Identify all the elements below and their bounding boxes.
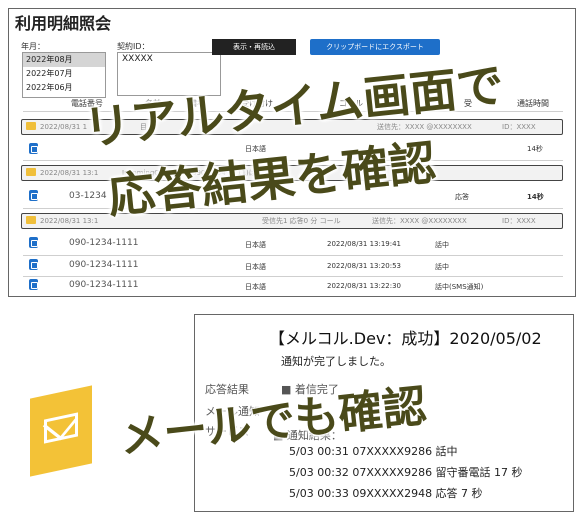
call-icon: [29, 237, 38, 248]
page-title: 利用明細照会: [15, 14, 112, 33]
row-language: 日本語: [245, 263, 266, 271]
year-label: 年月：: [21, 42, 45, 51]
group-date: 2022/08/31 1: [40, 123, 88, 131]
row-phone: 090-1234-1111: [69, 260, 139, 270]
folder-icon: [26, 122, 36, 130]
notify-entry: 5/03 00:32 07XXXXX9286 留守番電話 17 秒: [289, 466, 523, 479]
reload-button[interactable]: 表示・再読込: [212, 39, 296, 55]
call-icon: [29, 190, 38, 201]
row-phone: 090-1234-1111: [69, 238, 139, 248]
row-duration: 14秒: [527, 193, 544, 201]
year-option[interactable]: 2022年08月: [23, 53, 105, 67]
email-subject: 【メルコル.Dev：成功】2020/05/02: [269, 329, 542, 348]
folder-icon: [26, 168, 36, 176]
row-time: 2022/08/31 13:20:53: [327, 262, 402, 270]
row-result: 話中(SMS通知): [435, 283, 484, 291]
row-divider: [23, 276, 563, 277]
group-row[interactable]: 2022/08/31 13:1 受信先1 応答0 分 コール 送信先：XXXX …: [21, 213, 563, 229]
row-divider: [23, 255, 563, 256]
row-time: 2022/08/31 13:19:41: [327, 240, 402, 248]
clipboard-export-label: クリップボードにエクスポート: [326, 43, 424, 51]
email-notice: 通知が完了しました。: [281, 355, 391, 368]
row-language: 日本語: [245, 241, 266, 249]
group-id: ID：XXXX: [502, 217, 536, 225]
row-phone: 03-1234: [69, 191, 107, 201]
column-header-duration[interactable]: 通話時間: [517, 98, 549, 109]
notify-entry: 5/03 00:33 09XXXXX2948 応答 7 秒: [289, 487, 483, 500]
group-recipient: 送信先：XXXX @XXXXXXXX: [372, 217, 467, 225]
group-date: 2022/08/31 13:1: [40, 217, 99, 225]
row-result: 応答: [455, 193, 469, 201]
row-duration: 14秒: [527, 145, 543, 153]
clipboard-export-button[interactable]: クリップボードにエクスポート: [310, 39, 440, 55]
folder-icon: [26, 216, 36, 224]
group-summary: 受信先1 応答0 分 コール: [262, 217, 341, 225]
row-result: 話中: [435, 241, 449, 249]
call-icon: [29, 259, 38, 270]
row-language: 日本語: [245, 283, 266, 291]
call-icon: [29, 143, 38, 154]
group-id: ID：XXXX: [502, 123, 536, 131]
group-date: 2022/08/31 13:1: [40, 169, 99, 177]
contract-id-label: 契約ID：: [117, 42, 150, 51]
row-divider: [23, 208, 563, 209]
row-result: 話中: [435, 263, 449, 271]
row-time: 2022/08/31 13:22:30: [327, 282, 402, 290]
row-phone: 090-1234-1111: [69, 280, 139, 290]
mail-icon: [30, 385, 92, 477]
year-option[interactable]: 2022年07月: [23, 67, 105, 81]
call-icon: [29, 279, 38, 290]
